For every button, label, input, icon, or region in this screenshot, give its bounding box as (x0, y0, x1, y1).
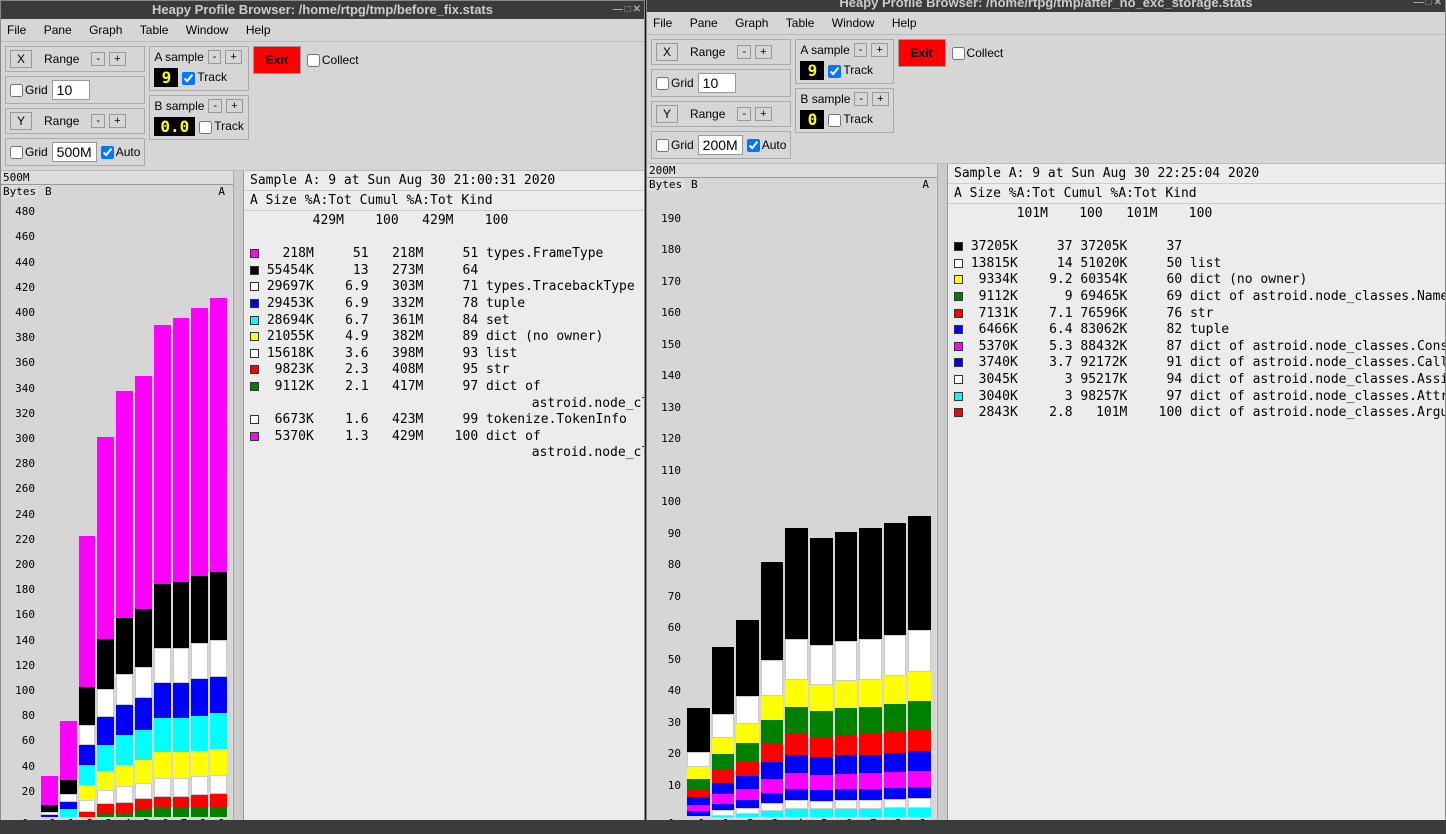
menu-window[interactable]: Window (832, 16, 875, 30)
sample-plus[interactable]: + (226, 99, 242, 113)
grid-check-y[interactable]: Grid (656, 138, 694, 152)
menu-graph[interactable]: Graph (735, 16, 768, 30)
exit-button[interactable]: Exit (898, 39, 946, 67)
range-minus[interactable]: - (737, 107, 751, 121)
marker-b: B (691, 178, 698, 191)
x-axis-button[interactable]: X (10, 50, 32, 68)
y-axis-button[interactable]: Y (10, 112, 32, 130)
track-check-b[interactable]: Track (199, 119, 244, 133)
window-title: Heapy Profile Browser: /home/rtpg/tmp/be… (1, 1, 644, 19)
menu-graph[interactable]: Graph (89, 23, 122, 37)
exit-button[interactable]: Exit (253, 46, 301, 74)
auto-check[interactable]: Auto (101, 145, 141, 159)
grid-check-y[interactable]: Grid (10, 145, 48, 159)
range-plus[interactable]: + (755, 107, 771, 121)
sample-a-label: A sample (800, 43, 849, 57)
menu-file[interactable]: File (653, 16, 672, 30)
sample-minus[interactable]: - (854, 43, 868, 57)
toolbar: X Range - + Grid 10 Y Range - + Grid 500… (1, 42, 644, 171)
sample-a-label: A sample (154, 50, 203, 64)
grid-value[interactable]: 10 (698, 73, 736, 93)
chart-ymax: 500M (1, 171, 233, 185)
table-header: A Size %A:Tot Cumul %A:Tot Kind (244, 191, 644, 211)
sample-plus[interactable]: + (872, 92, 888, 106)
y-axis-button[interactable]: Y (656, 105, 678, 123)
menu-table[interactable]: Table (140, 23, 169, 37)
menu-pane[interactable]: Pane (690, 16, 718, 30)
toolbar: X Range - + Grid 10 Y Range - + Grid 200… (647, 35, 1445, 164)
collect-check[interactable]: Collect (307, 53, 359, 67)
menu-window[interactable]: Window (186, 23, 229, 37)
window-controls[interactable]: —□✕ (611, 2, 641, 18)
sample-plus[interactable]: + (225, 50, 241, 64)
sample-a-panel: A sample - + 9 Track (149, 46, 248, 91)
window-title: Heapy Profile Browser: /home/rtpg/tmp/af… (647, 0, 1445, 12)
sample-minus[interactable]: - (208, 99, 222, 113)
title-text: Heapy Profile Browser: /home/rtpg/tmp/be… (152, 2, 493, 17)
window-controls[interactable]: —□✕ (1412, 0, 1442, 11)
range-label: Range (44, 52, 79, 66)
sample-plus[interactable]: + (871, 43, 887, 57)
track-check[interactable]: Track (828, 63, 873, 77)
statusbar (0, 820, 1446, 834)
sample-b-panel: B sample - + 0.0 Track (149, 95, 248, 140)
range-minus[interactable]: - (91, 52, 105, 66)
collect-check[interactable]: Collect (952, 46, 1004, 60)
table-title: Sample A: 9 at Sun Aug 30 21:00:31 2020 (244, 171, 644, 191)
table-title: Sample A: 9 at Sun Aug 30 22:25:04 2020 (948, 164, 1445, 184)
table-body: 101M 100 101M 100 37205K 37 37205K 37 13… (948, 204, 1445, 424)
chart-ymax: 200M (647, 164, 937, 178)
marker-a: A (922, 178, 929, 191)
range-label: Range (690, 45, 725, 59)
chart-bytes-label: Bytes (1, 185, 38, 198)
range-plus[interactable]: + (109, 52, 125, 66)
chart-bytes-label: Bytes (647, 178, 684, 191)
grid-value-y[interactable]: 200M (698, 135, 743, 155)
track-check[interactable]: Track (182, 70, 227, 84)
sample-b-label: B sample (154, 99, 204, 113)
range-minus[interactable]: - (737, 45, 751, 59)
sample-a-value: 9 (800, 61, 824, 80)
menu-bar: File Pane Graph Table Window Help (647, 12, 1445, 35)
range-label: Range (44, 114, 79, 128)
menu-help[interactable]: Help (246, 23, 271, 37)
menu-file[interactable]: File (7, 23, 26, 37)
menu-bar: File Pane Graph Table Window Help (1, 19, 644, 42)
sample-b-value: 0 (800, 110, 824, 129)
track-check-b[interactable]: Track (828, 112, 873, 126)
sample-minus[interactable]: - (854, 92, 868, 106)
sample-b-label: B sample (800, 92, 850, 106)
auto-check[interactable]: Auto (747, 138, 787, 152)
table-body: 429M 100 429M 100 218M 51 218M 51 types.… (244, 211, 644, 464)
grid-value[interactable]: 10 (52, 80, 90, 100)
x-panel: X Range - + (5, 46, 145, 72)
y-panel: Y Range - + (5, 108, 145, 134)
x-axis-button[interactable]: X (656, 43, 678, 61)
range-minus[interactable]: - (91, 114, 105, 128)
sample-minus[interactable]: - (208, 50, 222, 64)
chart-scrollbar[interactable] (233, 171, 243, 831)
menu-pane[interactable]: Pane (44, 23, 72, 37)
sample-a-value: 9 (154, 68, 178, 87)
grid-check[interactable]: Grid (656, 76, 694, 90)
menu-table[interactable]: Table (786, 16, 815, 30)
chart[interactable]: 2040608010012014016018020022024026028030… (1, 185, 233, 817)
marker-b: B (45, 185, 52, 198)
marker-a: A (218, 185, 225, 198)
range-plus[interactable]: + (109, 114, 125, 128)
grid-check[interactable]: Grid (10, 83, 48, 97)
sample-b-value: 0.0 (154, 117, 195, 136)
chart[interactable]: 1020304050607080901001101201301401501601… (647, 178, 937, 817)
title-text: Heapy Profile Browser: /home/rtpg/tmp/af… (839, 0, 1252, 10)
range-label: Range (690, 107, 725, 121)
table-header: A Size %A:Tot Cumul %A:Tot Kind (948, 184, 1445, 204)
grid-value-y[interactable]: 500M (52, 142, 97, 162)
chart-scrollbar[interactable] (937, 164, 947, 831)
menu-help[interactable]: Help (892, 16, 917, 30)
range-plus[interactable]: + (755, 45, 771, 59)
